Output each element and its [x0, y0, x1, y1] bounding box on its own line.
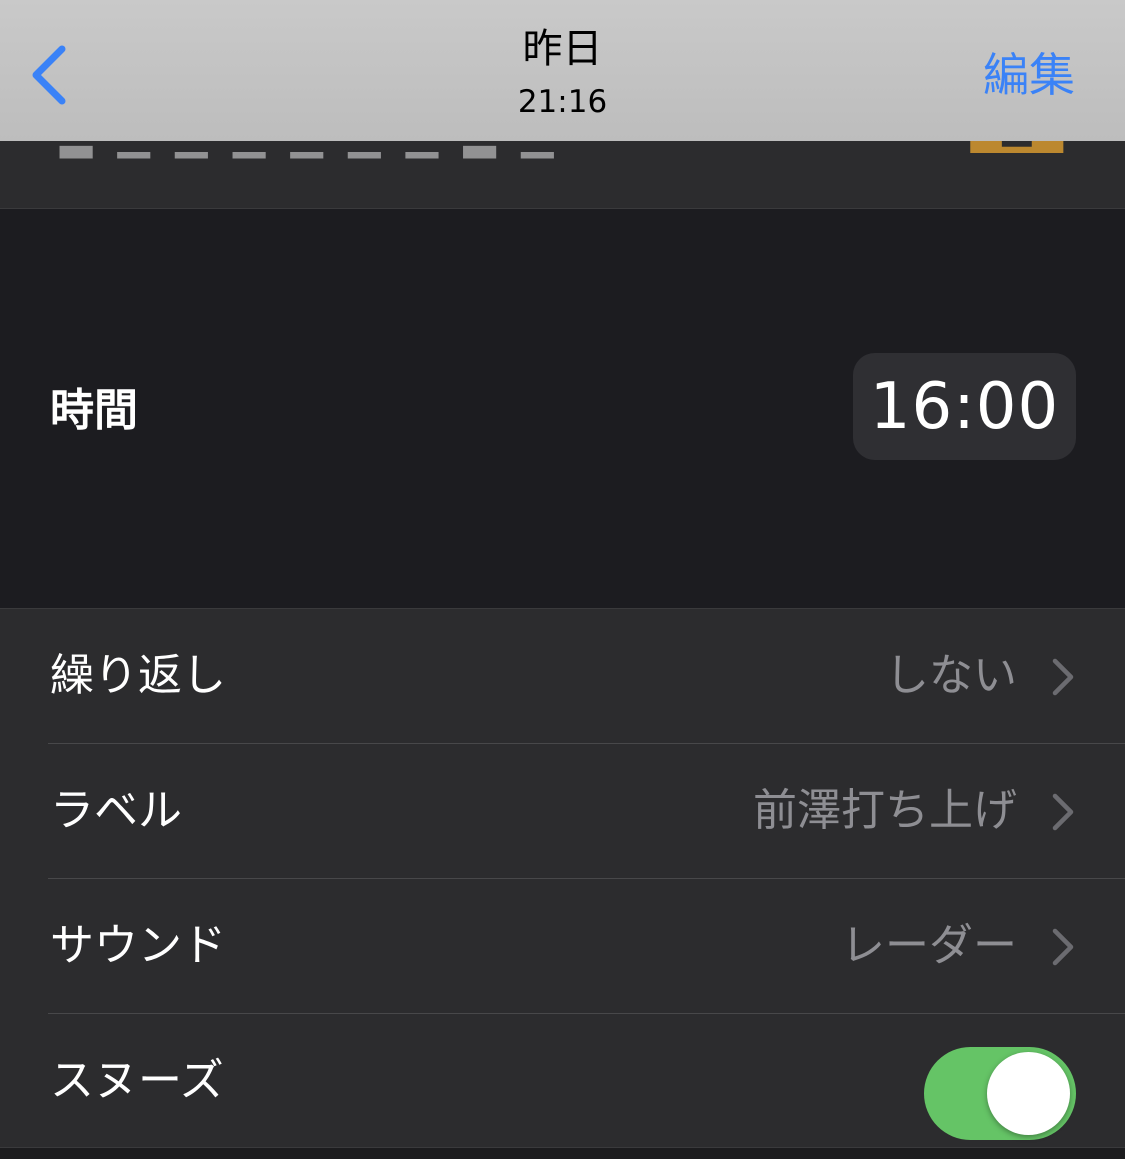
label-row[interactable]: ラベル 前澤打ち上げ — [0, 744, 1125, 879]
chevron-right-icon — [1052, 658, 1074, 696]
time-picker-button[interactable]: 16:00 — [853, 353, 1076, 460]
nav-title: 昨日 — [522, 26, 603, 72]
repeat-value: しない — [885, 650, 1017, 701]
snooze-toggle[interactable] — [924, 1047, 1076, 1140]
time-label: 時間 — [50, 385, 138, 436]
edit-button[interactable]: 編集 — [983, 46, 1075, 104]
repeat-label: 繰り返し — [50, 650, 226, 701]
chevron-right-icon — [1052, 928, 1074, 966]
sound-label: サウンド — [50, 920, 226, 971]
scrolled-row-partial: ▂ ▁ ▁ ▁ ▁ ▁ ▁ ▂ ▁ ▂▁▂ — [0, 141, 1125, 208]
scrolled-row-text: ▂ ▁ ▁ ▁ ▁ ▁ ▁ ▂ ▁ — [60, 141, 560, 158]
label-label: ラベル — [50, 785, 182, 836]
scrolled-row-accent: ▂▁▂ — [971, 141, 1063, 153]
time-section: 時間 16:00 — [0, 209, 1125, 608]
label-value: 前澤打ち上げ — [753, 785, 1017, 836]
snooze-row: スヌーズ — [0, 1014, 1125, 1149]
chevron-right-icon — [1052, 793, 1074, 831]
bottom-background — [0, 1148, 1125, 1159]
snooze-label: スヌーズ — [50, 1055, 224, 1106]
navigation-bar: 昨日 21:16 編集 — [0, 0, 1125, 141]
settings-list: 繰り返し しない ラベル 前澤打ち上げ サウンド レーダー スヌーズ — [0, 609, 1125, 1159]
nav-subtitle: 21:16 — [517, 84, 608, 120]
repeat-row[interactable]: 繰り返し しない — [0, 609, 1125, 744]
sound-row[interactable]: サウンド レーダー — [0, 879, 1125, 1014]
sound-value: レーダー — [841, 920, 1017, 971]
toggle-knob — [987, 1052, 1070, 1135]
